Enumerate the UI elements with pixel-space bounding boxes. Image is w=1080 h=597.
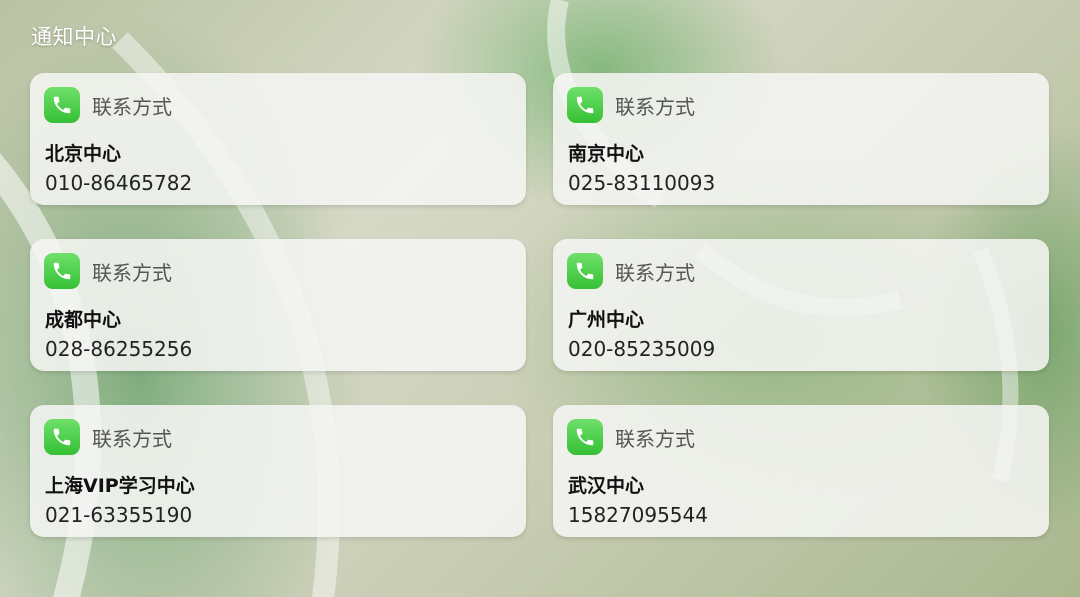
card-label: 联系方式 xyxy=(92,94,172,119)
page-title: 通知中心 xyxy=(31,25,117,49)
card-header: 联系方式 xyxy=(44,253,172,289)
phone-icon xyxy=(44,87,80,123)
center-name: 北京中心 xyxy=(45,143,122,165)
phone-icon xyxy=(44,253,80,289)
card-label: 联系方式 xyxy=(92,260,172,285)
contact-card[interactable]: 联系方式 成都中心 028-86255256 xyxy=(30,239,526,371)
phone-icon xyxy=(567,419,603,455)
contact-card[interactable]: 联系方式 武汉中心 15827095544 xyxy=(553,405,1049,537)
card-header: 联系方式 xyxy=(567,87,695,123)
card-label: 联系方式 xyxy=(615,260,695,285)
phone-number[interactable]: 020-85235009 xyxy=(568,337,715,361)
center-name: 南京中心 xyxy=(568,143,645,165)
phone-number[interactable]: 025-83110093 xyxy=(568,171,715,195)
contact-card[interactable]: 联系方式 广州中心 020-85235009 xyxy=(553,239,1049,371)
center-name: 广州中心 xyxy=(568,309,645,331)
contact-card[interactable]: 联系方式 南京中心 025-83110093 xyxy=(553,73,1049,205)
phone-number[interactable]: 15827095544 xyxy=(568,503,708,527)
phone-icon xyxy=(567,87,603,123)
contact-card[interactable]: 联系方式 北京中心 010-86465782 xyxy=(30,73,526,205)
card-header: 联系方式 xyxy=(44,87,172,123)
phone-number[interactable]: 028-86255256 xyxy=(45,337,192,361)
phone-icon xyxy=(44,419,80,455)
card-label: 联系方式 xyxy=(615,94,695,119)
card-header: 联系方式 xyxy=(44,419,172,455)
card-label: 联系方式 xyxy=(615,426,695,451)
phone-icon xyxy=(567,253,603,289)
center-name: 武汉中心 xyxy=(568,475,645,497)
center-name: 成都中心 xyxy=(45,309,122,331)
card-header: 联系方式 xyxy=(567,419,695,455)
card-label: 联系方式 xyxy=(92,426,172,451)
phone-number[interactable]: 021-63355190 xyxy=(45,503,192,527)
card-header: 联系方式 xyxy=(567,253,695,289)
contact-card[interactable]: 联系方式 上海VIP学习中心 021-63355190 xyxy=(30,405,526,537)
center-name: 上海VIP学习中心 xyxy=(45,475,195,497)
phone-number[interactable]: 010-86465782 xyxy=(45,171,192,195)
